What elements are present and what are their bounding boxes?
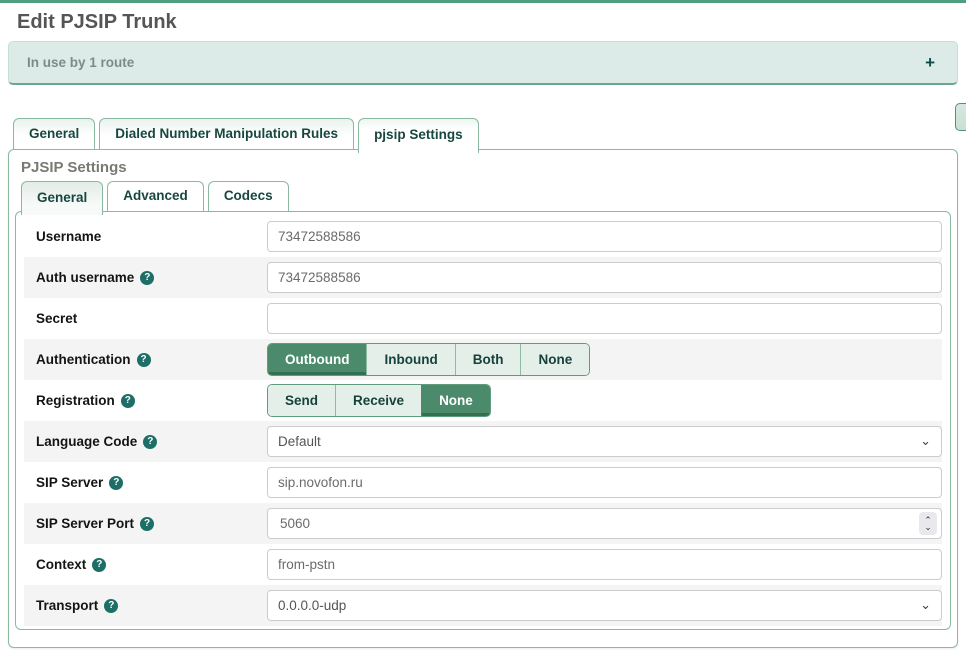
label-cell: Username [24, 229, 267, 244]
sip-server-port-number-input[interactable]: ⌃⌄ [267, 508, 942, 539]
secret-input[interactable] [267, 303, 942, 334]
form-row-secret: Secret [24, 298, 942, 339]
help-icon[interactable]: ? [109, 476, 123, 490]
label-cell: Language Code? [24, 434, 267, 449]
authentication-option-none[interactable]: None [520, 344, 589, 375]
control-cell: Default ⌄ [267, 426, 942, 457]
label-cell: SIP Server? [24, 475, 267, 490]
field-label: Username [36, 229, 101, 244]
form-row-auth-username: Auth username? [24, 257, 942, 298]
context-input[interactable] [267, 549, 942, 580]
form-row-registration: Registration?SendReceiveNone [24, 380, 942, 421]
tab-pjsip-settings[interactable]: pjsip Settings [358, 118, 479, 153]
sip-server-input[interactable] [267, 467, 942, 498]
form-row-language-code: Language Code? Default ⌄ [24, 421, 942, 462]
help-icon[interactable]: ? [140, 271, 154, 285]
field-label: Secret [36, 311, 77, 326]
field-label: SIP Server [36, 475, 103, 490]
control-cell: OutboundInboundBothNone [267, 343, 942, 376]
field-label: Authentication [36, 352, 131, 367]
plus-icon[interactable]: + [925, 54, 935, 71]
form-row-context: Context? [24, 544, 942, 585]
help-icon[interactable]: ? [140, 517, 154, 531]
registration-option-none[interactable]: None [421, 385, 490, 416]
control-cell: ⌃⌄ [267, 508, 942, 539]
registration-button-group: SendReceiveNone [267, 384, 491, 417]
main-tabs: GeneralDialed Number Manipulation Rulesp… [13, 118, 966, 153]
transport-select[interactable]: 0.0.0.0-udp ⌄ [267, 590, 942, 621]
authentication-option-outbound[interactable]: Outbound [268, 344, 366, 375]
help-icon[interactable]: ? [121, 394, 135, 408]
control-cell: 0.0.0.0-udp ⌄ [267, 590, 942, 621]
language-code-select[interactable]: Default ⌄ [267, 426, 942, 457]
chevron-down-icon: ⌄ [920, 434, 931, 447]
control-cell [267, 221, 942, 252]
field-label: Registration [36, 393, 115, 408]
control-cell [267, 262, 942, 293]
tab-general[interactable]: General [13, 118, 95, 149]
page-title: Edit PJSIP Trunk [17, 10, 966, 34]
help-icon[interactable]: ? [92, 558, 106, 572]
select-value: 0.0.0.0-udp [278, 598, 346, 613]
subtab-general[interactable]: General [21, 181, 103, 215]
auth-username-input[interactable] [267, 262, 942, 293]
form-row-authentication: Authentication?OutboundInboundBothNone [24, 339, 942, 380]
label-cell: Secret [24, 311, 267, 326]
control-cell [267, 549, 942, 580]
subtab-advanced[interactable]: Advanced [107, 181, 204, 211]
authentication-option-inbound[interactable]: Inbound [366, 344, 454, 375]
form-row-sip-server: SIP Server? [24, 462, 942, 503]
sip-server-port-value[interactable] [278, 515, 919, 532]
subtab-codecs[interactable]: Codecs [208, 181, 289, 211]
control-cell: SendReceiveNone [267, 384, 942, 417]
username-input[interactable] [267, 221, 942, 252]
field-label: Auth username [36, 270, 134, 285]
registration-option-receive[interactable]: Receive [335, 385, 421, 416]
label-cell: Registration? [24, 393, 267, 408]
form-row-transport: Transport? 0.0.0.0-udp ⌄ [24, 585, 942, 626]
usage-panel[interactable]: In use by 1 route + [8, 41, 958, 85]
form-row-sip-server-port: SIP Server Port? ⌃⌄ [24, 503, 942, 544]
control-cell [267, 303, 942, 334]
pjsip-settings-panel: PJSIP Settings GeneralAdvancedCodecs Use… [8, 149, 958, 648]
label-cell: SIP Server Port? [24, 516, 267, 531]
form-rows: Username Auth username? Secret Authenticati… [24, 216, 942, 626]
field-label: Transport [36, 598, 98, 613]
authentication-button-group: OutboundInboundBothNone [267, 343, 590, 376]
field-label: Language Code [36, 434, 137, 449]
tab-dialed-number-manipulation-rules[interactable]: Dialed Number Manipulation Rules [99, 118, 354, 149]
authentication-option-both[interactable]: Both [455, 344, 521, 375]
section-title: PJSIP Settings [21, 159, 945, 177]
chevron-down-icon: ⌄ [920, 598, 931, 611]
control-cell [267, 467, 942, 498]
number-spinner[interactable]: ⌃⌄ [919, 512, 937, 535]
label-cell: Authentication? [24, 352, 267, 367]
label-cell: Auth username? [24, 270, 267, 285]
help-icon[interactable]: ? [143, 435, 157, 449]
label-cell: Context? [24, 557, 267, 572]
form-row-username: Username [24, 216, 942, 257]
general-subtab-panel: Username Auth username? Secret Authenticati… [15, 211, 951, 630]
help-icon[interactable]: ? [137, 353, 151, 367]
spinner-down-icon[interactable]: ⌄ [924, 524, 932, 531]
field-label: Context [36, 557, 86, 572]
select-value: Default [278, 434, 321, 449]
help-icon[interactable]: ? [104, 599, 118, 613]
registration-option-send[interactable]: Send [268, 385, 335, 416]
label-cell: Transport? [24, 598, 267, 613]
sub-tabs: GeneralAdvancedCodecs [21, 181, 957, 215]
usage-label: In use by 1 route [27, 55, 134, 70]
field-label: SIP Server Port [36, 516, 134, 531]
